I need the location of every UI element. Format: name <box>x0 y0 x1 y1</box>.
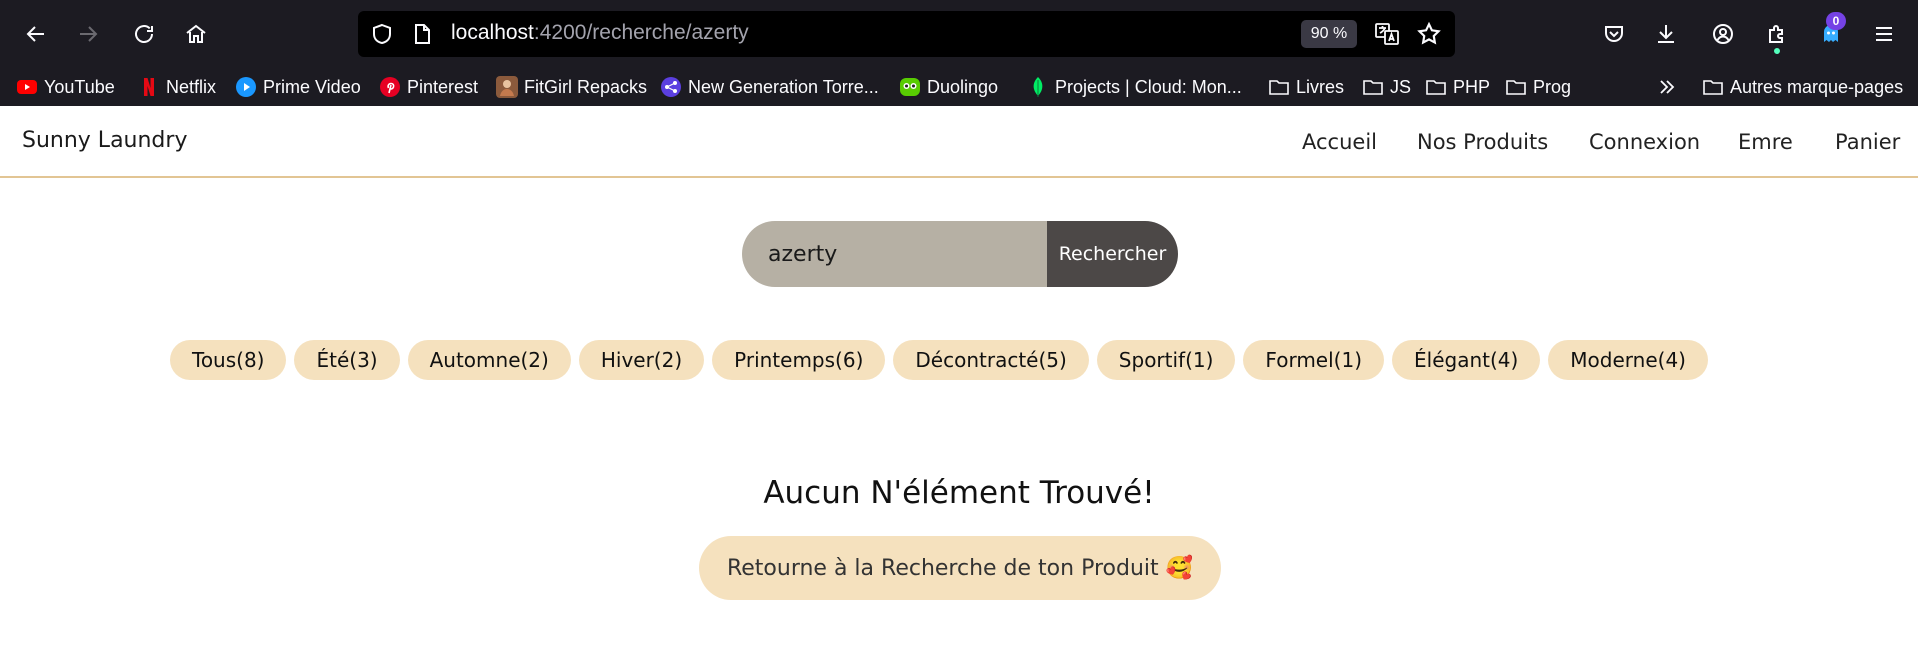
bookmark-label: JS <box>1390 76 1412 97</box>
bookmark-label: Prog <box>1533 76 1572 97</box>
pocket-icon[interactable] <box>1594 14 1634 54</box>
no-results-title: Aucun N'élément Trouvé! <box>763 475 1155 511</box>
prime-video-icon <box>235 76 257 98</box>
filter-hiver[interactable]: Hiver(2) <box>578 340 705 380</box>
bookmark-label: Prime Video <box>263 76 361 97</box>
bookmark-label: Duolingo <box>927 76 999 97</box>
filter-printemps[interactable]: Printemps(6) <box>712 340 886 380</box>
filter-ete[interactable]: Été(3) <box>294 340 400 380</box>
search-bar: Rechercher <box>742 221 1178 287</box>
netflix-icon <box>138 76 160 98</box>
bookmark-youtube[interactable]: YouTube <box>16 74 115 100</box>
filter-sportif[interactable]: Sportif(1) <box>1096 340 1236 380</box>
bookmark-netflix[interactable]: Netflix <box>138 74 216 100</box>
folder-icon <box>1425 76 1447 98</box>
search-button[interactable]: Rechercher <box>1047 221 1178 287</box>
forward-arrow-icon[interactable] <box>68 14 108 54</box>
bookmarks-bar: YouTube Netflix Prime Video Pinterest Fi… <box>0 66 1918 106</box>
nav-nos-produits[interactable]: Nos Produits <box>1417 130 1548 154</box>
mongodb-leaf-icon <box>1027 76 1049 98</box>
downloads-icon[interactable] <box>1646 14 1686 54</box>
translate-icon[interactable] <box>1374 21 1400 47</box>
back-arrow-icon[interactable] <box>16 14 56 54</box>
bookmark-folder-js[interactable]: JS <box>1362 74 1411 100</box>
url-path: :4200/recherche/azerty <box>533 21 749 44</box>
filter-tous[interactable]: Tous(8) <box>170 340 287 380</box>
folder-icon <box>1362 76 1384 98</box>
bookmark-torrent[interactable]: New Generation Torre... <box>660 74 879 100</box>
bookmark-label: PHP <box>1453 76 1491 97</box>
nav-connexion[interactable]: Connexion <box>1589 130 1700 154</box>
folder-icon <box>1505 76 1527 98</box>
bookmarks-overflow-chevron-icon[interactable] <box>1656 74 1678 100</box>
nav-accueil[interactable]: Accueil <box>1302 130 1377 154</box>
filter-decontracte[interactable]: Décontracté(5) <box>893 340 1089 380</box>
bookmark-folder-php[interactable]: PHP <box>1425 74 1490 100</box>
extension-badge-count: 0 <box>1826 12 1846 30</box>
bookmark-label: FitGirl Repacks <box>524 76 648 97</box>
torrent-icon <box>660 76 682 98</box>
bookmark-duolingo[interactable]: Duolingo <box>899 74 998 100</box>
url-host: localhost <box>451 21 534 44</box>
home-icon[interactable] <box>176 14 216 54</box>
bookmark-mongodb[interactable]: Projects | Cloud: Mon... <box>1027 74 1242 100</box>
bookmark-label: Pinterest <box>407 76 479 97</box>
reload-icon[interactable] <box>124 14 164 54</box>
address-bar[interactable]: localhost:4200/recherche/azerty 90 % <box>358 11 1455 57</box>
brand-logo[interactable]: Sunny Laundry <box>22 128 187 153</box>
bookmark-pinterest[interactable]: Pinterest <box>379 74 478 100</box>
bookmark-folder-livres[interactable]: Livres <box>1268 74 1344 100</box>
duolingo-icon <box>899 76 921 98</box>
bookmark-label: YouTube <box>44 76 115 97</box>
browser-toolbar: localhost:4200/recherche/azerty 90 % 0 <box>0 0 1918 66</box>
fitgirl-icon <box>496 76 518 98</box>
site-header: Sunny Laundry Accueil Nos Produits Conne… <box>0 106 1918 178</box>
bookmark-label: New Generation Torre... <box>688 76 879 97</box>
nav-panier[interactable]: Panier <box>1835 130 1900 154</box>
filter-moderne[interactable]: Moderne(4) <box>1548 340 1708 380</box>
extension-status-dot <box>1774 48 1780 54</box>
filter-automne[interactable]: Automne(2) <box>407 340 571 380</box>
other-bookmarks-folder[interactable]: Autres marque-pages <box>1702 74 1903 100</box>
search-input[interactable] <box>742 221 1047 287</box>
nav-user-emre[interactable]: Emre <box>1738 130 1793 154</box>
url-text[interactable]: localhost:4200/recherche/azerty <box>451 21 749 45</box>
zoom-level-badge[interactable]: 90 % <box>1301 20 1357 48</box>
bookmark-fitgirl[interactable]: FitGirl Repacks <box>496 74 647 100</box>
bookmark-prime-video[interactable]: Prime Video <box>235 74 361 100</box>
bookmark-star-icon[interactable] <box>1416 21 1442 47</box>
folder-icon <box>1268 76 1290 98</box>
youtube-icon <box>16 76 38 98</box>
other-bookmarks-label: Autres marque-pages <box>1730 76 1904 97</box>
back-to-search-button[interactable]: Retourne à la Recherche de ton Produit 🥰 <box>699 536 1221 600</box>
bookmark-label: Projects | Cloud: Mon... <box>1055 76 1242 97</box>
account-icon[interactable] <box>1703 14 1743 54</box>
category-filters: Tous(8) Été(3) Automne(2) Hiver(2) Print… <box>170 340 1708 380</box>
bookmark-label: Netflix <box>166 76 217 97</box>
tracking-shield-icon[interactable] <box>370 22 394 46</box>
pinterest-icon <box>379 76 401 98</box>
hamburger-menu-icon[interactable] <box>1864 14 1904 54</box>
page-info-icon[interactable] <box>410 22 434 46</box>
folder-icon <box>1702 76 1724 98</box>
bookmark-label: Livres <box>1296 76 1345 97</box>
bookmark-folder-prog[interactable]: Prog <box>1505 74 1571 100</box>
filter-formel[interactable]: Formel(1) <box>1243 340 1384 380</box>
filter-elegant[interactable]: Élégant(4) <box>1392 340 1541 380</box>
